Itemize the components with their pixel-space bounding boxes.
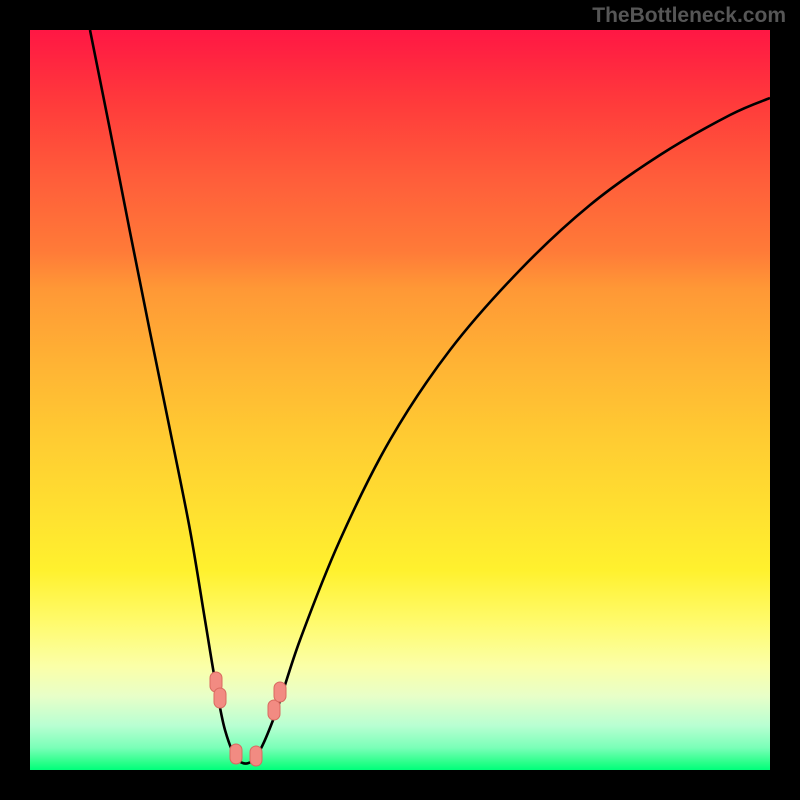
marker-right-knee-top xyxy=(274,682,286,702)
marker-valley-right xyxy=(250,746,262,766)
marker-right-knee-bottom xyxy=(268,700,280,720)
marker-left-knee-bottom xyxy=(214,688,226,708)
curve-layer xyxy=(30,30,770,770)
marker-left-knee-top xyxy=(210,672,222,692)
markers-group xyxy=(210,672,286,766)
plot-area xyxy=(30,30,770,770)
marker-valley-left xyxy=(230,744,242,764)
attribution-label: TheBottleneck.com xyxy=(592,4,786,28)
chart-frame: TheBottleneck.com xyxy=(0,0,800,800)
bottleneck-curve xyxy=(90,30,770,764)
